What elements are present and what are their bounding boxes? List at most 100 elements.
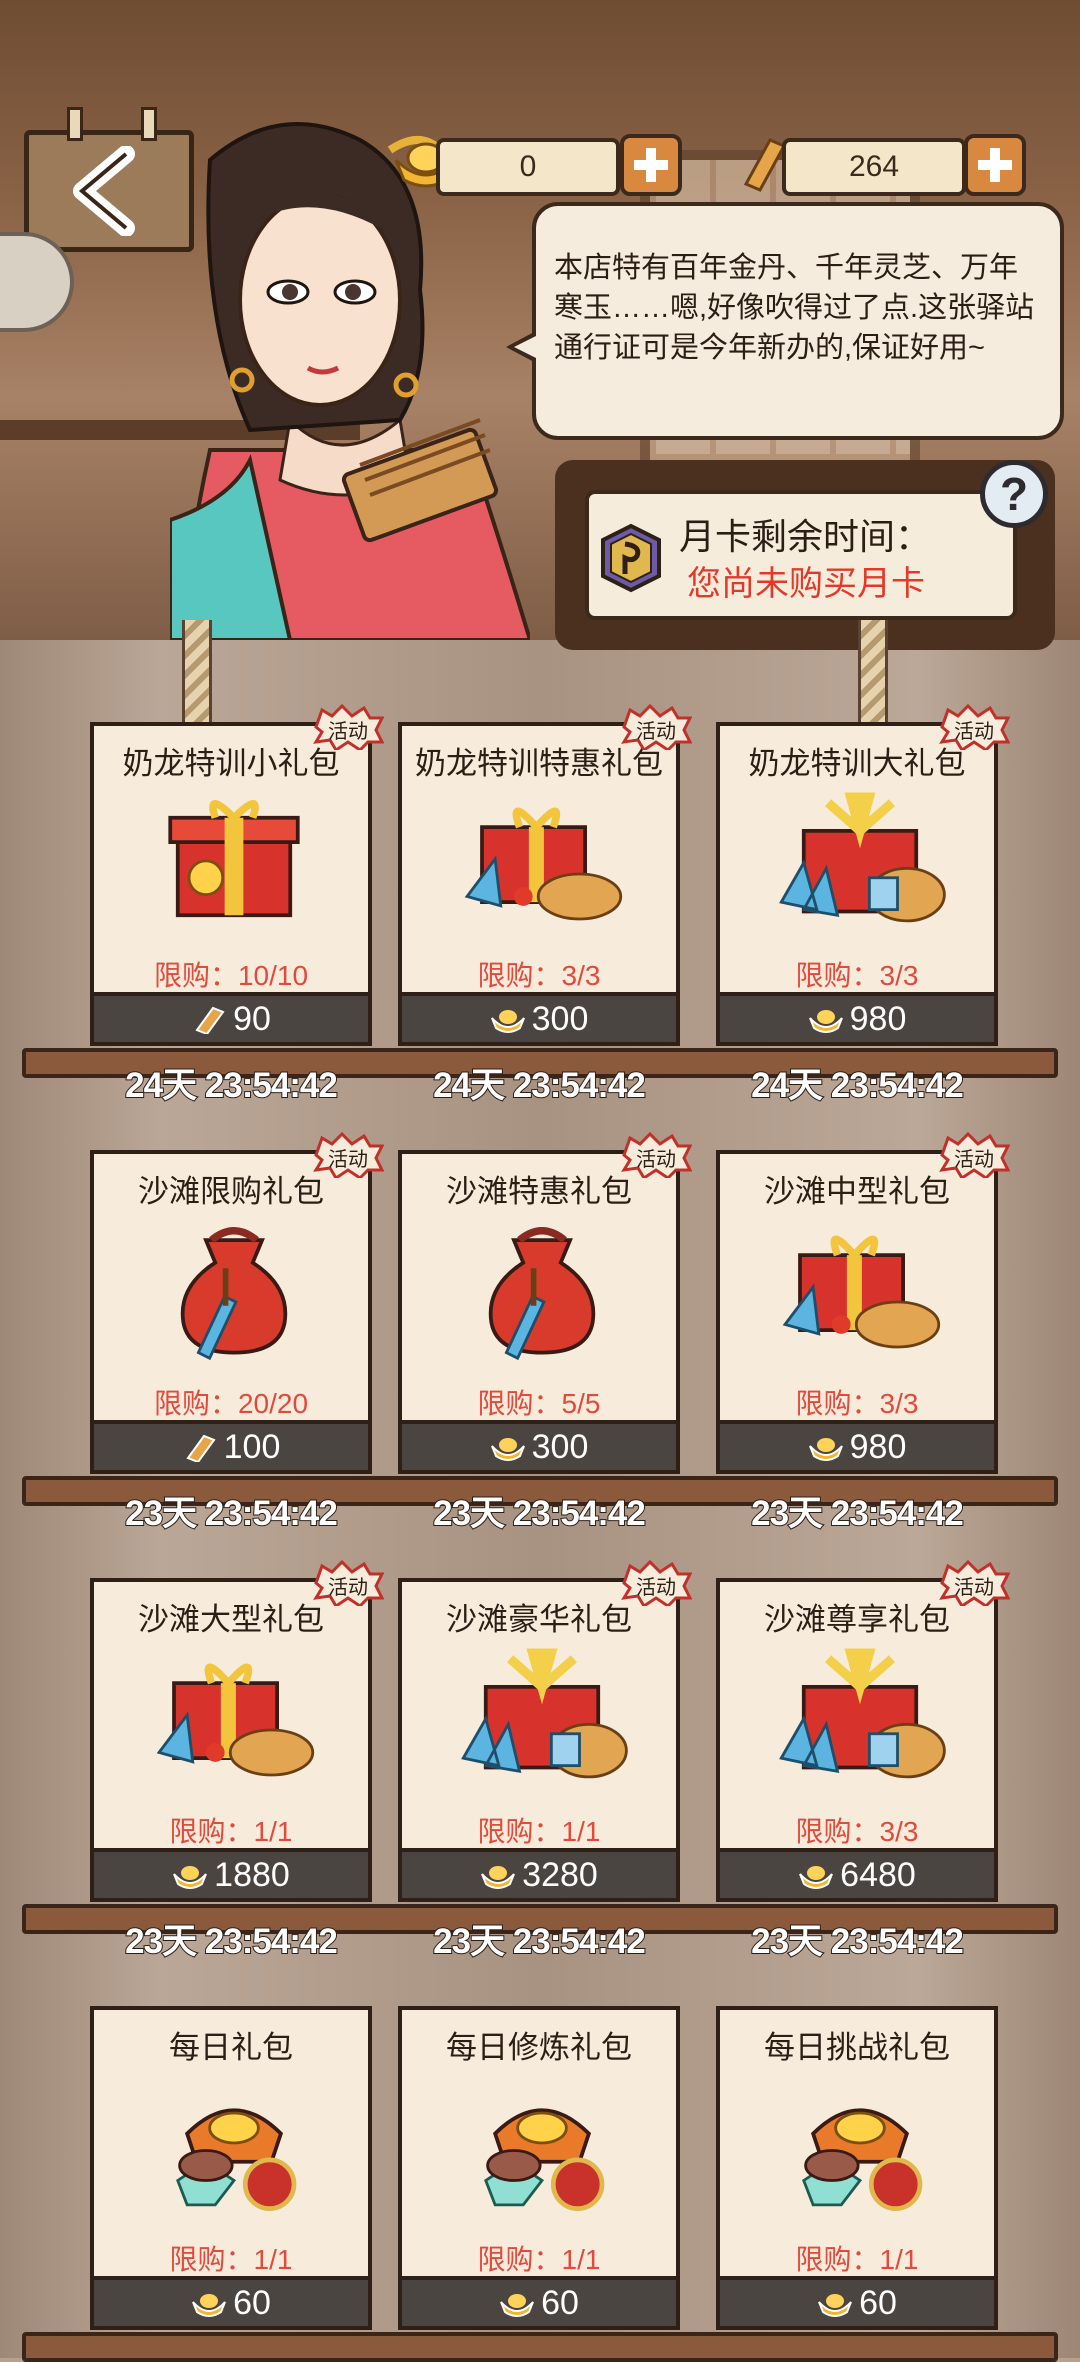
event-badge-label: 活动	[636, 721, 676, 743]
pack-card[interactable]: 每日挑战礼包 限购：1/1 60	[716, 2006, 998, 2330]
event-badge: 活动	[938, 1132, 1010, 1178]
rope	[858, 620, 888, 730]
price-value: 100	[223, 1427, 281, 1466]
gold-ingot-icon	[808, 1438, 843, 1461]
rope	[182, 620, 212, 730]
pack-gift-big-icon	[461, 1648, 628, 1779]
gold-ingot-value: 0	[519, 150, 537, 183]
pack-bag-icon	[488, 1227, 596, 1361]
pack-gift-icon	[168, 799, 300, 918]
silver-bar-icon	[186, 1434, 216, 1462]
pack-card[interactable]: 奶龙特训小礼包 限购：10/10 90 活动	[90, 704, 384, 1046]
pack-daily-icon	[802, 2108, 923, 2211]
gold-ingot-icon	[490, 1438, 525, 1461]
price-value: 60	[859, 2283, 897, 2322]
sign-hook	[141, 107, 157, 141]
price-value: 1880	[214, 1855, 290, 1894]
event-badge-label: 活动	[954, 1149, 994, 1171]
countdown-timer: 23天 23:54:42	[750, 1493, 965, 1534]
pack-card[interactable]: 沙滩特惠礼包 限购：5/5 300 活动	[398, 1132, 692, 1474]
price-button[interactable]: 300	[398, 1420, 680, 1474]
price-button[interactable]: 980	[716, 992, 998, 1046]
price-button[interactable]: 300	[398, 992, 680, 1046]
price-button[interactable]: 100	[90, 1420, 372, 1474]
gold-ingot-icon	[192, 2294, 227, 2317]
countdown-timer: 23天 23:54:42	[124, 1493, 339, 1534]
countdown-timer: 23天 23:54:42	[432, 1921, 647, 1962]
pack-card[interactable]: 沙滩大型礼包 限购：1/1 1880 活动	[90, 1560, 384, 1902]
price-button[interactable]: 6480	[716, 1848, 998, 1902]
gold-ingot-icon	[500, 2294, 535, 2317]
price-value: 90	[233, 999, 271, 1038]
countdown-timer: 24天 23:54:42	[124, 1065, 339, 1106]
countdown-timer: 23天 23:54:42	[124, 1921, 339, 1962]
gold-ingot-icon	[799, 1866, 834, 1889]
silver-bar-value: 264	[848, 150, 900, 183]
pack-daily-icon	[484, 2108, 605, 2211]
event-badge-label: 活动	[954, 721, 994, 743]
purchase-limit: 限购：3/3	[477, 960, 601, 991]
price-button[interactable]: 60	[90, 2276, 372, 2330]
month-card-label: 月卡剩余时间：	[679, 516, 932, 557]
price-button[interactable]: 3280	[398, 1848, 680, 1902]
gold-ingot-icon	[818, 2294, 853, 2317]
help-button[interactable]: ?	[980, 460, 1048, 528]
price-button[interactable]: 980	[716, 1420, 998, 1474]
gold-ingot-counter: 0	[436, 138, 620, 196]
shopkeeper-character	[170, 122, 530, 640]
price-button[interactable]: 90	[90, 992, 372, 1046]
add-silver-bar-button[interactable]	[964, 134, 1026, 196]
event-badge-label: 活动	[636, 1149, 676, 1171]
speech-text: 本店特有百年金丹、千年灵芝、万年寒玉……嗯,好像吹得过了点.这张驿站通行证可是今…	[554, 252, 1035, 364]
month-card-emblem-icon	[601, 523, 661, 593]
event-badge-label: 活动	[328, 1149, 368, 1171]
event-badge: 活动	[312, 1132, 384, 1178]
event-badge: 活动	[312, 1560, 384, 1606]
price-value: 300	[531, 1427, 589, 1466]
price-value: 60	[233, 2283, 271, 2322]
event-badge-label: 活动	[328, 721, 368, 743]
pack-name: 每日礼包	[169, 2030, 293, 2065]
event-badge: 活动	[938, 1560, 1010, 1606]
pack-daily-icon	[176, 2108, 297, 2211]
event-badge: 活动	[620, 1560, 692, 1606]
pack-card[interactable]: 沙滩豪华礼包 限购：1/1 3280 活动	[398, 1560, 692, 1902]
purchase-limit: 限购：1/1	[477, 2244, 601, 2275]
price-value: 3280	[522, 1855, 598, 1894]
pack-gift-big-icon	[779, 792, 946, 923]
gold-ingot-icon	[490, 1010, 525, 1033]
pack-card[interactable]: 奶龙特训大礼包 限购：3/3 980 活动	[716, 704, 1010, 1046]
month-card-panel[interactable]: 月卡剩余时间： 您尚未购买月卡	[585, 490, 1017, 620]
pack-card[interactable]: 每日礼包限购：1/1 60	[90, 2006, 372, 2330]
silver-bar-counter: 264	[782, 138, 966, 196]
pack-card[interactable]: 沙滩中型礼包 限购：3/3 980 活动	[716, 1132, 1010, 1474]
pack-gift-gold-icon	[464, 807, 623, 921]
purchase-limit: 限购：10/10	[153, 960, 309, 991]
pack-card[interactable]: 奶龙特训特惠礼包 限购：3/3 300 活动	[398, 704, 692, 1046]
pack-name: 每日修炼礼包	[446, 2030, 632, 2065]
purchase-limit: 限购：3/3	[795, 1388, 919, 1419]
price-value: 980	[849, 1427, 907, 1466]
gold-ingot-icon	[808, 1010, 843, 1033]
gold-ingot-icon	[481, 1866, 516, 1889]
speech-bubble: 本店特有百年金丹、千年灵芝、万年寒玉……嗯,好像吹得过了点.这张驿站通行证可是今…	[506, 202, 1064, 440]
pack-card[interactable]: 沙滩尊享礼包 限购：3/3 6480 活动	[716, 1560, 1010, 1902]
pack-bag-icon	[180, 1227, 288, 1361]
purchase-limit: 限购：1/1	[477, 1816, 601, 1847]
price-button[interactable]: 1880	[90, 1848, 372, 1902]
chevron-left-icon	[73, 146, 135, 236]
purchase-limit: 限购：1/1	[169, 2244, 293, 2275]
price-button[interactable]: 60	[398, 2276, 680, 2330]
add-gold-ingot-button[interactable]	[620, 134, 682, 196]
pack-card[interactable]: 每日修炼礼包限购：1/1 60	[398, 2006, 680, 2330]
purchase-limit: 限购：3/3	[795, 1816, 919, 1847]
purchase-limit: 限购：3/3	[795, 960, 919, 991]
price-value: 300	[531, 999, 589, 1038]
back-button[interactable]	[24, 107, 194, 252]
pack-name: 每日挑战礼包	[764, 2030, 950, 2065]
purchase-limit: 限购：20/20	[153, 1388, 309, 1419]
pack-card[interactable]: 沙滩限购礼包 限购：20/20 100 活动	[90, 1132, 384, 1474]
price-button[interactable]: 60	[716, 2276, 998, 2330]
silver-bar-icon	[195, 1006, 225, 1034]
event-badge-label: 活动	[954, 1577, 994, 1599]
